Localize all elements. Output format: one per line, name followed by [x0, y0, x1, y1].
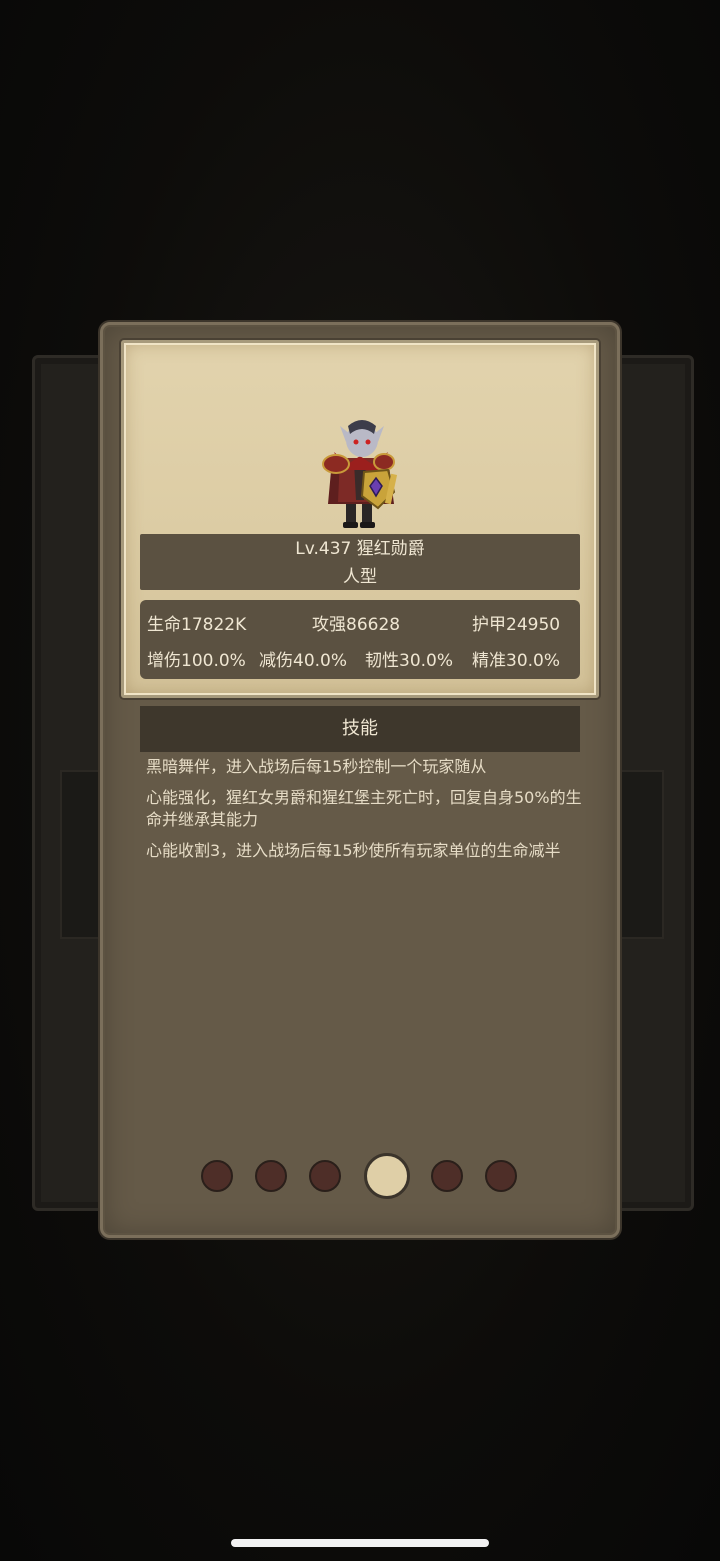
skill-item: 心能收割3，进入战场后每15秒使所有玩家单位的生命减半 — [146, 841, 561, 860]
unit-stats-panel: 生命17822K 攻强86628 护甲24950 增伤100.0% 减伤40.0… — [140, 600, 580, 679]
skill-item: 黑暗舞伴，进入战场后每15秒控制一个玩家随从 — [146, 757, 487, 776]
page-dot[interactable] — [201, 1160, 233, 1192]
unit-name-banner: Lv.437 猩红勋爵 人型 — [140, 534, 580, 590]
stat-toughness: 韧性30.0% — [365, 651, 454, 671]
page-indicator — [200, 1152, 520, 1200]
skill-item: 心能强化，猩红女男爵和猩红堡主死亡时，回复自身50%的生命并继承其能力 — [146, 788, 582, 829]
stat-precision: 精准30.0% — [472, 651, 561, 671]
stat-damage-boost: 增伤100.0% — [147, 651, 246, 671]
stat-attack: 攻强86628 — [312, 615, 401, 635]
page-dot[interactable] — [431, 1160, 463, 1192]
stat-armor: 护甲24950 — [472, 615, 561, 635]
scarlet-lord-character-sprite — [322, 420, 398, 528]
page-dot[interactable] — [255, 1160, 287, 1192]
stat-hp: 生命17822K — [147, 615, 247, 635]
unit-level-name: Lv.437 猩红勋爵 — [295, 539, 425, 559]
page-dot[interactable] — [309, 1160, 341, 1192]
page-dot-active[interactable] — [364, 1153, 410, 1199]
unit-type: 人型 — [343, 567, 377, 587]
page-dot[interactable] — [485, 1160, 517, 1192]
skills-header: 技能 — [140, 706, 580, 752]
stat-damage-reduction: 减伤40.0% — [259, 651, 348, 671]
home-indicator[interactable] — [231, 1539, 489, 1547]
